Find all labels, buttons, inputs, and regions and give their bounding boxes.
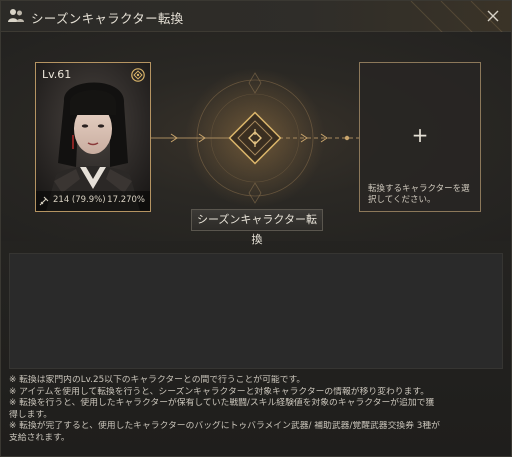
skill-icon	[39, 196, 49, 206]
note-line: 支給されます。	[9, 432, 70, 443]
note-line: ※ 転換は家門内のLv.25以下のキャラクターとの間で行うことが可能です。	[9, 375, 306, 385]
skill-level: 214 (79.9%)	[53, 195, 106, 205]
note-line: ※ 転換が完了すると、使用したキャラクターのバッグにトゥバラメイン武器/ 補助武…	[9, 421, 440, 432]
character-stats: 214 (79.9%) 17.270%	[39, 195, 147, 207]
target-character-slot[interactable]: + 転換するキャラクターを選択してください。	[359, 62, 481, 212]
note-line: ※ 転換を行うと、使用したキャラクターが保有していた戦闘/スキル経験値を対象のキ…	[9, 398, 435, 409]
character-portrait	[36, 63, 150, 211]
character-level: Lv.61	[42, 68, 72, 81]
notes: ※ 転換は家門内のLv.25以下のキャラクターとの間で行うことが可能です。 ※ …	[9, 375, 505, 445]
window-title: シーズンキャラクター転換	[31, 11, 184, 26]
info-panel	[9, 253, 503, 369]
source-character-card[interactable]: Lv.61 214 (79.9%) 17.270%	[35, 62, 151, 212]
transfer-emblem	[151, 68, 359, 208]
select-character-hint: 転換するキャラクターを選択してください。	[368, 184, 470, 205]
users-icon	[8, 9, 24, 22]
class-emblem-icon	[131, 68, 145, 82]
season-character-transfer-window: シーズンキャラクター転換 Lv.61 214 (79.9%) 17.270% +…	[0, 0, 512, 457]
season-character-transfer-button[interactable]: シーズンキャラクター転換	[191, 209, 323, 246]
note-line: 得します。	[9, 409, 53, 420]
add-character-plus[interactable]: +	[360, 125, 480, 145]
title-bar[interactable]: シーズンキャラクター転換	[1, 1, 511, 102]
experience-percent: 17.270%	[107, 195, 145, 205]
note-line: ※ アイテムを使用して転換を行うと、シーズンキャラクターと対象キャラクターの情報…	[9, 386, 430, 397]
close-icon[interactable]	[483, 6, 503, 26]
